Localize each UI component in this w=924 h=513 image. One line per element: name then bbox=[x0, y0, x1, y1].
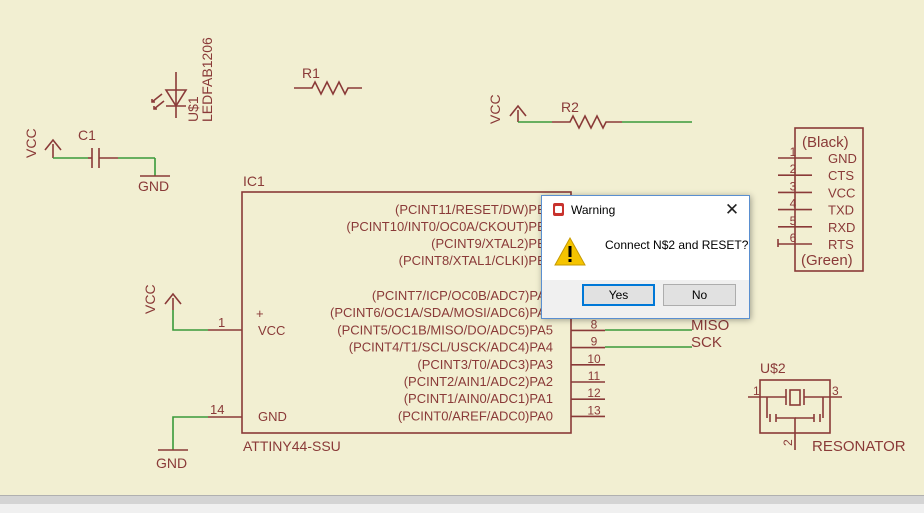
net-label-miso: MISO bbox=[691, 317, 729, 334]
ftdi-pin-name: CTS bbox=[828, 168, 854, 183]
ic1-value: ATTINY44-SSU bbox=[243, 438, 341, 454]
resonator-ref: U$2 bbox=[760, 360, 786, 376]
ic1-pa-pin-name: (PCINT3/T0/ADC3)PA3 bbox=[417, 357, 553, 372]
ftdi-pin-num: 6 bbox=[790, 231, 797, 245]
ic1-pin-gnd-name: GND bbox=[258, 409, 287, 424]
warning-icon bbox=[554, 237, 586, 266]
r1-ref: R1 bbox=[302, 65, 320, 81]
ftdi-pin-num: 2 bbox=[790, 162, 797, 176]
ic1-plus-mark: + bbox=[256, 306, 264, 321]
ic1-pb-pin-name: (PCINT11/RESET/DW)PB3 bbox=[395, 202, 553, 217]
c1-supply-label: VCC bbox=[23, 128, 39, 158]
ic1-pb-pin-name: (PCINT9/XTAL2)PB1 bbox=[431, 236, 553, 251]
ftdi-pin-name: RXD bbox=[828, 220, 855, 235]
r2-ref: R2 bbox=[561, 99, 579, 115]
dialog-body: Connect N$2 and RESET? bbox=[542, 224, 749, 280]
bottom-scrollbar[interactable] bbox=[0, 495, 924, 513]
ftdi-pin-name: GND bbox=[828, 151, 857, 166]
no-button[interactable]: No bbox=[663, 284, 736, 306]
resonator-pin3: 3 bbox=[832, 384, 839, 398]
ic1-vcc-supply-label: VCC bbox=[142, 284, 158, 314]
ftdi-pin-num: 3 bbox=[790, 179, 797, 193]
ftdi-bottom-label: (Green) bbox=[801, 252, 853, 269]
ic1-pin-gnd-num: 14 bbox=[210, 402, 224, 417]
ic1-gnd-net[interactable] bbox=[158, 416, 242, 451]
c1-ground-label: GND bbox=[138, 178, 169, 194]
ic1-pa-pin-num: 12 bbox=[587, 386, 601, 400]
resonator-pin1: 1 bbox=[753, 384, 760, 398]
ic1-vcc-supply[interactable] bbox=[164, 292, 242, 331]
net-label-sck: SCK bbox=[691, 334, 722, 351]
ic1-gnd-label: GND bbox=[156, 455, 187, 471]
capacitor-c1[interactable] bbox=[44, 138, 170, 177]
ic1-pa-pin-name: (PCINT1/AIN0/ADC1)PA1 bbox=[404, 391, 553, 406]
led-symbol[interactable] bbox=[151, 72, 188, 118]
ic1-pb-pin-name: (PCINT8/XTAL1/CLKI)PB0 bbox=[399, 253, 553, 268]
ftdi-pins: 1 GND 2 CTS 3 VCC 4 TXD 5 RXD 6 RTS bbox=[777, 145, 857, 252]
ftdi-pin-name: VCC bbox=[828, 185, 855, 200]
ftdi-pin-num: 5 bbox=[790, 214, 797, 228]
close-icon[interactable]: ✕ bbox=[720, 199, 744, 221]
ic1-pin-vcc-num: 1 bbox=[218, 315, 225, 330]
ftdi-pin-num: 4 bbox=[790, 197, 797, 211]
resistor-r2[interactable] bbox=[509, 104, 692, 130]
ic1-pa-pin-num: 13 bbox=[587, 403, 601, 417]
ic1-ref: IC1 bbox=[243, 173, 265, 189]
ftdi-pin-name: TXD bbox=[828, 203, 854, 218]
ic1-pin-vcc-name: VCC bbox=[258, 323, 285, 338]
ic1-pa-pin-num: 8 bbox=[591, 317, 598, 331]
warning-dialog: Warning ✕ Connect N$2 and RESET? Yes No bbox=[541, 195, 750, 319]
resonator-value: RESONATOR bbox=[812, 438, 906, 455]
ic1-pa-pin-name: (PCINT0/AREF/ADC0)PA0 bbox=[398, 408, 553, 423]
ftdi-pin-name: RTS bbox=[828, 237, 854, 252]
resistor-r1[interactable] bbox=[294, 80, 362, 96]
ic1-pa-pin-num: 11 bbox=[588, 369, 601, 383]
ic1-pa-pin-num: 9 bbox=[591, 335, 598, 349]
ic1-pa-pin-name: (PCINT6/OC1A/SDA/MOSI/ADC6)PA6 bbox=[330, 305, 553, 320]
ic1-pa-pin-name: (PCINT5/OC1B/MISO/DO/ADC5)PA5 bbox=[337, 322, 553, 337]
ic1-pa-pin-num: 10 bbox=[587, 352, 601, 366]
yes-button[interactable]: Yes bbox=[582, 284, 655, 306]
ftdi-top-label: (Black) bbox=[802, 134, 849, 151]
ic1-pa-pin-name: (PCINT4/T1/SCL/USCK/ADC4)PA4 bbox=[349, 340, 553, 355]
dialog-titlebar[interactable]: Warning ✕ bbox=[542, 196, 749, 224]
r2-supply-label: VCC bbox=[487, 94, 503, 124]
dialog-message: Connect N$2 and RESET? bbox=[605, 238, 749, 252]
eagle-app-icon bbox=[553, 203, 564, 216]
resonator-pin2: 2 bbox=[781, 439, 795, 446]
dialog-title: Warning bbox=[571, 203, 616, 217]
ic1-pb-pin-name: (PCINT10/INT0/OC0A/CKOUT)PB2 bbox=[346, 219, 553, 234]
ic1-pa-pin-name: (PCINT7/ICP/OC0B/ADC7)PA7 bbox=[372, 288, 553, 303]
c1-ref: C1 bbox=[78, 127, 96, 143]
ic1-pa-pin-name: (PCINT2/AIN1/ADC2)PA2 bbox=[404, 374, 553, 389]
led-value: LEDFAB1206 bbox=[199, 37, 215, 122]
ftdi-pin-num: 1 bbox=[790, 145, 797, 159]
schematic-canvas[interactable]: U$1 LEDFAB1206 R1 VCC R2 VCC C1 GND IC1 … bbox=[0, 0, 924, 495]
